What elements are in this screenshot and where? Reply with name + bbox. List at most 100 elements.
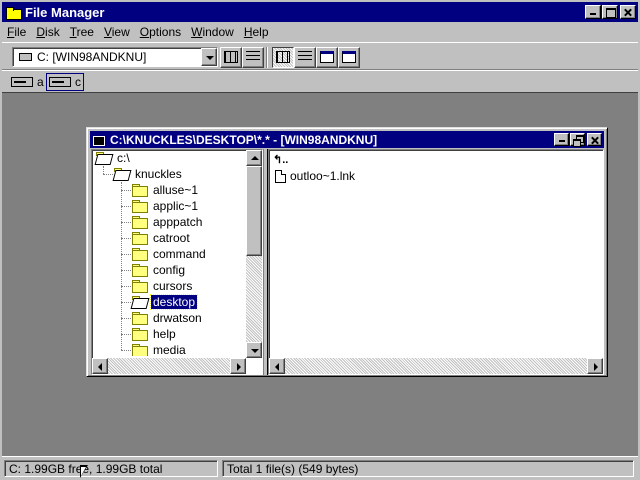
- folder-icon: [132, 280, 148, 293]
- menu-options[interactable]: Options: [135, 25, 186, 39]
- menu-disk-accel: D: [36, 25, 46, 39]
- file-summary-status: Total 1 file(s) (549 bytes): [222, 460, 634, 477]
- tree-connector: [121, 270, 131, 271]
- tree-node-catroot[interactable]: catroot: [132, 230, 192, 246]
- drive-select-value: C: [WIN98ANDKNU]: [37, 50, 147, 64]
- cascade-icon: [342, 51, 356, 63]
- tree-node-label: help: [153, 327, 176, 341]
- toolbar-separator: [266, 47, 268, 68]
- disconnect-drive-button[interactable]: [242, 47, 264, 68]
- scroll-right-button[interactable]: [587, 358, 603, 374]
- drive-a-label: a: [37, 75, 44, 89]
- menu-view[interactable]: View: [99, 25, 135, 39]
- menu-file-label: ile: [14, 25, 27, 39]
- tree-node-cursors[interactable]: cursors: [132, 278, 194, 294]
- tree-horizontal-scrollbar[interactable]: [92, 358, 246, 374]
- scroll-up-button[interactable]: [246, 150, 262, 166]
- floppy-drive-icon: [11, 77, 33, 87]
- drive-bar: a c: [2, 70, 638, 92]
- hard-drive-icon: [49, 77, 71, 87]
- menu-tree[interactable]: Tree: [65, 25, 99, 39]
- child-close-button[interactable]: [587, 133, 602, 146]
- menu-window[interactable]: Window: [186, 25, 239, 39]
- disk-space-status: C: 1.99GB free, 1.99GB total: [4, 460, 218, 477]
- folder-icon: [132, 184, 148, 197]
- file-manager-icon[interactable]: [5, 5, 22, 20]
- file-item-parent[interactable]: ↰..: [273, 152, 291, 168]
- details-view-button[interactable]: [294, 47, 316, 68]
- status-bar: C: 1.99GB free, 1.99GB total Total 1 fil…: [2, 456, 638, 478]
- menu-help[interactable]: Help: [239, 25, 274, 39]
- tree-node-label: knuckles: [135, 167, 182, 181]
- menu-file[interactable]: File: [2, 25, 31, 39]
- tree-node-command[interactable]: command: [132, 246, 208, 262]
- tree-node-label-selected: desktop: [149, 294, 199, 310]
- child-restore-button[interactable]: [570, 133, 585, 147]
- file-list-pane[interactable]: ↰.. outloo~1.lnk: [268, 149, 604, 375]
- tree-node-apppatch[interactable]: apppatch: [132, 214, 204, 230]
- tree-node-config[interactable]: config: [132, 262, 187, 278]
- drive-c[interactable]: c: [46, 73, 84, 91]
- scroll-down-button[interactable]: [246, 342, 262, 358]
- maximize-button[interactable]: [602, 5, 618, 19]
- large-icons-view-button[interactable]: [272, 47, 294, 68]
- directory-window-title-bar: C:\KNUCKLES\DESKTOP\*.* - [WIN98ANDKNU]: [90, 131, 604, 148]
- folder-icon: [132, 216, 148, 229]
- tree-node-label: cursors: [153, 279, 193, 293]
- tree-node-drwatson[interactable]: drwatson: [132, 310, 204, 326]
- file-item-outloo[interactable]: outloo~1.lnk: [273, 168, 355, 184]
- folder-icon: [132, 344, 148, 356]
- menu-view-accel: V: [103, 25, 112, 39]
- menu-window-label: indow: [202, 25, 234, 39]
- menu-options-accel: O: [139, 25, 150, 39]
- tree-node-label: apppatch: [153, 215, 203, 229]
- menu-help-label: elp: [252, 25, 269, 39]
- scroll-thumb[interactable]: [246, 166, 262, 256]
- tree-connector: [121, 254, 131, 255]
- menu-options-label: ptions: [149, 25, 182, 39]
- tree-node-alluse[interactable]: alluse~1: [132, 182, 200, 198]
- folder-icon: [132, 328, 148, 341]
- drive-a[interactable]: a: [8, 73, 47, 91]
- directory-window-icon[interactable]: [92, 134, 106, 146]
- folder-icon: [132, 264, 148, 277]
- open-folder-icon: [96, 152, 112, 164]
- tree-node-label: c:\: [117, 151, 130, 165]
- drive-select[interactable]: C: [WIN98ANDKNU]: [12, 47, 218, 67]
- scroll-left-button[interactable]: [92, 358, 108, 374]
- toolbar: C: [WIN98ANDKNU]: [2, 42, 638, 70]
- directory-tree-pane[interactable]: c:\ knuckles alluse~1 applic~1 apppatch …: [91, 149, 263, 375]
- file-horizontal-scrollbar[interactable]: [269, 358, 603, 374]
- tree-node-desktop[interactable]: desktop: [132, 294, 199, 310]
- directory-window: C:\KNUCKLES\DESKTOP\*.* - [WIN98ANDKNU] …: [86, 127, 608, 377]
- tree-connector: [121, 238, 131, 239]
- dropdown-arrow-button[interactable]: [201, 48, 217, 66]
- tree-node-media[interactable]: media: [132, 342, 188, 356]
- menu-disk[interactable]: Disk: [31, 25, 64, 39]
- connect-drive-icon: [224, 51, 238, 63]
- menu-bar: File Disk Tree View Options Window Help: [2, 22, 638, 42]
- open-folder-icon: [114, 168, 130, 180]
- tree-node-knuckles[interactable]: knuckles: [114, 166, 184, 182]
- child-minimize-button[interactable]: [554, 133, 569, 146]
- new-window-button[interactable]: [316, 47, 338, 68]
- close-button[interactable]: [620, 5, 636, 19]
- cascade-button[interactable]: [338, 47, 360, 68]
- tree-connector: [121, 286, 131, 287]
- tree-node-applic[interactable]: applic~1: [132, 198, 200, 214]
- connect-drive-button[interactable]: [220, 47, 242, 68]
- scroll-right-button[interactable]: [230, 358, 246, 374]
- drive-c-label: c: [75, 75, 81, 89]
- tree-connector: [121, 302, 131, 303]
- directory-tree: c:\ knuckles alluse~1 applic~1 apppatch …: [92, 150, 244, 356]
- hard-drive-icon: [19, 53, 32, 61]
- tree-node-root[interactable]: c:\: [96, 150, 132, 166]
- tree-connector: [121, 222, 131, 223]
- large-icons-view-icon: [276, 51, 290, 63]
- disconnect-drive-icon: [246, 51, 260, 63]
- scroll-left-button[interactable]: [269, 358, 285, 374]
- tree-node-help[interactable]: help: [132, 326, 178, 342]
- tree-vertical-scrollbar[interactable]: [246, 150, 262, 358]
- minimize-button[interactable]: [585, 5, 601, 19]
- file-item-label: outloo~1.lnk: [290, 169, 356, 183]
